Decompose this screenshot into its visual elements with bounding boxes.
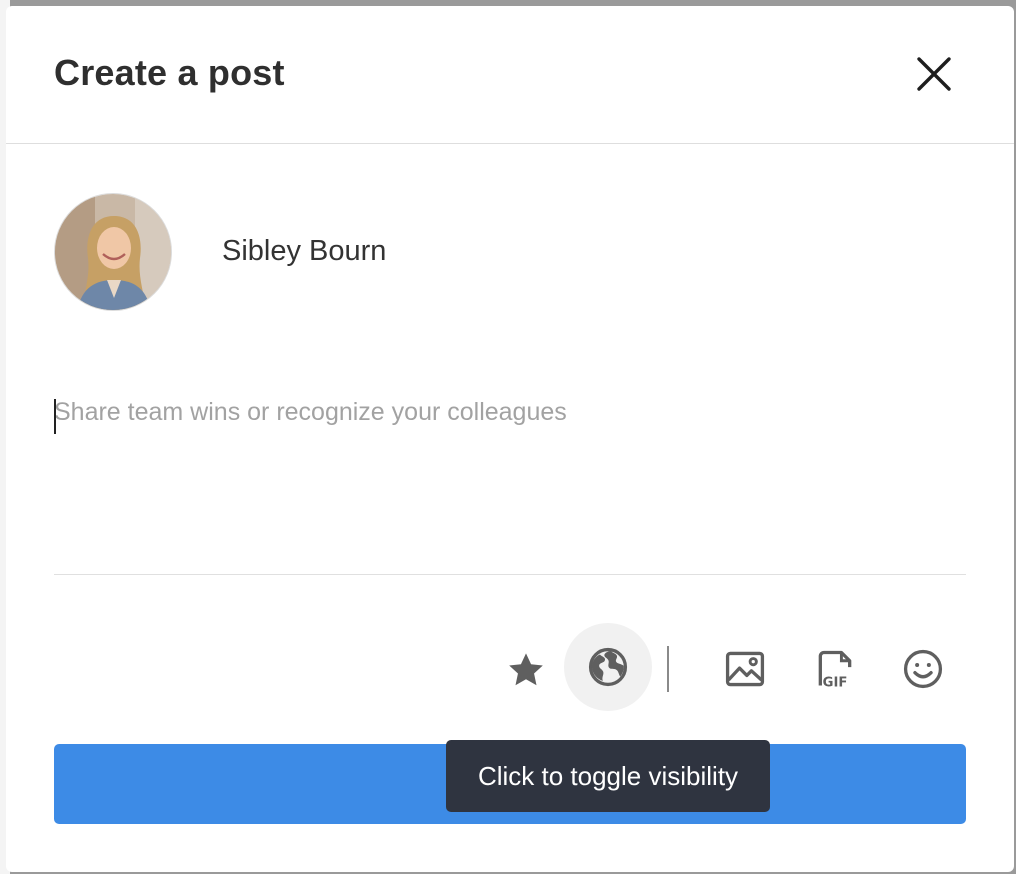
create-post-modal: Create a post Sibley Bourn Share team wi… [6,6,1014,872]
gif-icon: GIF [818,650,852,690]
avatar [54,193,172,311]
close-icon [917,57,951,91]
svg-text:GIF: GIF [823,675,848,690]
add-gif-button[interactable]: GIF [810,644,860,694]
visibility-toggle-button[interactable] [564,623,652,711]
toolbar-separator [667,646,669,692]
emoji-icon [903,649,943,689]
star-icon [509,653,543,686]
recognition-button[interactable] [502,646,550,694]
add-emoji-button[interactable] [898,644,948,694]
post-text-input[interactable] [54,390,964,548]
composer-divider [54,574,966,575]
modal-header: Create a post [6,6,1014,144]
visibility-tooltip: Click to toggle visibility [446,740,770,812]
add-image-button[interactable] [720,644,770,694]
close-button[interactable] [912,52,956,96]
modal-title: Create a post [54,52,285,93]
globe-icon [588,647,628,687]
author-name: Sibley Bourn [222,235,387,267]
tooltip-text: Click to toggle visibility [477,760,739,791]
image-icon [725,651,765,687]
text-cursor [54,399,56,434]
